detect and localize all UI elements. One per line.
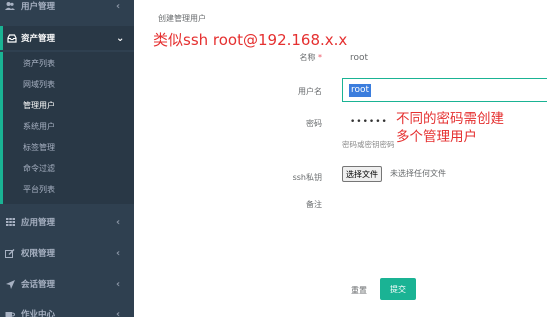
asset-submenu: 资产列表 网域列表 管理用户 系统用户 标签管理 命令过滤 平台列表 xyxy=(0,52,134,204)
nav-group-label: 资产管理 xyxy=(21,34,56,44)
sidebar-item-domain-list[interactable]: 网域列表 xyxy=(23,79,55,90)
password-label: 密码 xyxy=(306,119,322,128)
sidebar-item-platform-list[interactable]: 平台列表 xyxy=(23,184,55,195)
name-label: 名称 * xyxy=(252,52,322,63)
nav-group-jobs[interactable]: 作业中心 ‹ xyxy=(0,302,134,317)
ssh-key-label: ssh私钥 xyxy=(292,173,322,182)
choose-file-button[interactable]: 选择文件 xyxy=(342,166,382,182)
annotation-line: 多个管理用户 xyxy=(396,129,477,145)
reset-button[interactable]: 重置 xyxy=(345,280,373,300)
annotation-password-note: 不同的密码需创建 多个管理用户 xyxy=(396,110,504,146)
name-value: root xyxy=(350,53,369,63)
nav-group-sessions[interactable]: 会话管理 ‹ xyxy=(0,272,134,296)
sidebar-item-asset-list[interactable]: 资产列表 xyxy=(23,58,55,69)
chevron-left-icon: ‹ xyxy=(116,247,121,259)
chevron-left-icon: ‹ xyxy=(116,308,121,317)
file-status: 未选择任何文件 xyxy=(390,169,446,178)
chevron-left-icon: ‹ xyxy=(116,0,121,12)
chevron-left-icon: ‹ xyxy=(116,216,121,228)
comment-label: 备注 xyxy=(306,200,322,209)
sidebar: 用户管理 ‹ 资产管理 ⌄ 资产列表 网域列表 管理用户 系统用户 标签管理 命… xyxy=(0,0,134,317)
nav-group-assets[interactable]: 资产管理 ⌄ xyxy=(0,26,134,50)
panel-title: 创建管理用户 xyxy=(158,14,206,23)
submit-button[interactable]: 提交 xyxy=(380,278,416,300)
sidebar-item-label-manage[interactable]: 标签管理 xyxy=(23,142,55,153)
chevron-down-icon: ⌄ xyxy=(116,32,125,44)
sidebar-item-command-filter[interactable]: 命令过滤 xyxy=(23,163,55,174)
required-mark: * xyxy=(318,53,322,62)
nav-group-label: 应用管理 xyxy=(21,218,56,228)
nav-group-users[interactable]: 用户管理 ‹ xyxy=(0,0,134,18)
nav-group-label: 作业中心 xyxy=(21,310,56,317)
users-icon xyxy=(5,1,15,11)
edit-icon xyxy=(5,248,15,258)
inbox-icon xyxy=(7,33,17,43)
grid-icon xyxy=(5,217,15,227)
annotation-ssh-note: 类似ssh root@192.168.x.x xyxy=(153,31,348,49)
password-help: 密码或密钥密码 xyxy=(342,140,395,149)
main-content: 创建管理用户 类似ssh root@192.168.x.x 名称 * root … xyxy=(134,0,547,317)
annotation-line: 不同的密码需创建 xyxy=(396,111,504,127)
username-label: 用户名 xyxy=(298,87,322,96)
nav-group-label: 用户管理 xyxy=(21,2,56,12)
password-input[interactable]: •••••• xyxy=(350,117,388,127)
username-input[interactable]: root xyxy=(342,78,547,102)
name-label-text: 名称 xyxy=(299,53,316,62)
rocket-icon xyxy=(5,279,15,289)
nav-group-label: 会话管理 xyxy=(21,280,56,290)
chevron-left-icon: ‹ xyxy=(116,278,121,290)
username-value: root xyxy=(349,83,372,97)
sidebar-item-admin-user[interactable]: 管理用户 xyxy=(23,100,55,111)
nav-group-label: 权限管理 xyxy=(21,249,56,259)
nav-group-applications[interactable]: 应用管理 ‹ xyxy=(0,210,134,234)
sidebar-item-system-user[interactable]: 系统用户 xyxy=(23,121,55,132)
coffee-icon xyxy=(5,309,15,317)
nav-group-permissions[interactable]: 权限管理 ‹ xyxy=(0,241,134,265)
